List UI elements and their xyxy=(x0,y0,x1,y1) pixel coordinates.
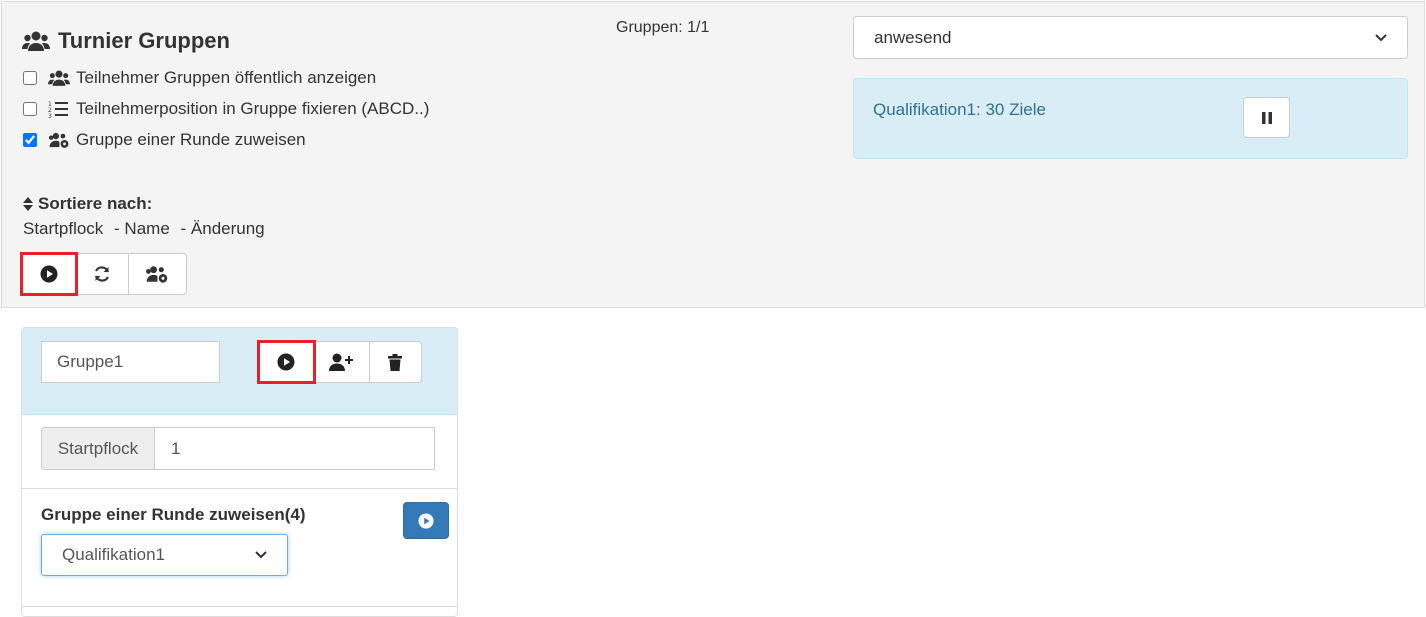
divider xyxy=(22,488,457,489)
chevron-down-icon xyxy=(255,551,267,559)
page-title-text: Turnier Gruppen xyxy=(58,28,230,53)
option-label: Teilnehmer Gruppen öffentlich anzeigen xyxy=(76,68,377,87)
play-circle-icon xyxy=(277,353,295,371)
play-circle-icon xyxy=(40,265,58,283)
startpflock-label: Startpflock xyxy=(41,427,155,470)
pause-button[interactable] xyxy=(1243,97,1290,138)
round-select[interactable]: Qualifikation1 xyxy=(41,534,288,576)
fix-position-checkbox[interactable] xyxy=(23,102,37,116)
trash-icon xyxy=(388,353,403,371)
assign-round-title: Gruppe einer Runde zuweisen(4) xyxy=(41,505,306,524)
round-info-panel: Qualifikation1: 30 Ziele xyxy=(853,78,1408,159)
round-info-text: Qualifikation1: 30 Ziele xyxy=(873,100,1046,119)
group-settings-button[interactable] xyxy=(129,254,186,294)
sort-links: Startpflock - Name - Änderung xyxy=(23,219,271,239)
option-label: Teilnehmerposition in Gruppe fixieren (A… xyxy=(76,99,430,118)
add-participant-button[interactable] xyxy=(314,342,370,382)
users-icon xyxy=(22,31,50,51)
option-fix-position[interactable]: 1 2 3 Teilnehmerposition in Gruppe fixie… xyxy=(23,99,429,119)
refresh-icon xyxy=(94,266,110,282)
group-name-input[interactable]: Gruppe1 xyxy=(41,341,220,383)
toolbar-button-group xyxy=(19,252,187,296)
sort-label: Sortiere nach: xyxy=(22,194,152,214)
group-card: Gruppe1 Startpflock 1 Gruppe einer Runde… xyxy=(21,327,458,617)
pause-icon xyxy=(1261,111,1272,124)
startpflock-input[interactable]: 1 xyxy=(155,427,435,470)
sort-icon xyxy=(23,197,33,211)
page-title: Turnier Gruppen xyxy=(22,28,230,54)
user-plus-icon xyxy=(329,353,354,371)
group-button-group xyxy=(256,340,422,384)
group-start-button[interactable] xyxy=(256,340,317,384)
chevron-down-icon xyxy=(1375,33,1387,41)
startpflock-row: Startpflock 1 xyxy=(41,427,435,470)
status-select-value: anwesend xyxy=(874,27,952,47)
users-icon xyxy=(48,70,70,86)
delete-group-button[interactable] xyxy=(370,342,421,382)
option-label: Gruppe einer Runde zuweisen xyxy=(76,130,306,149)
sort-link-name[interactable]: - Name xyxy=(114,219,170,238)
option-show-groups[interactable]: Teilnehmer Gruppen öffentlich anzeigen xyxy=(23,68,376,88)
sort-label-text: Sortiere nach: xyxy=(38,194,153,213)
group-card-header: Gruppe1 xyxy=(22,328,457,415)
sort-link-startpflock[interactable]: Startpflock xyxy=(23,219,103,238)
show-groups-checkbox[interactable] xyxy=(23,71,37,85)
ordered-list-icon: 1 2 3 xyxy=(48,101,68,118)
round-select-value: Qualifikation1 xyxy=(62,545,166,564)
sort-link-aenderung[interactable]: - Änderung xyxy=(181,219,265,238)
status-select[interactable]: anwesend xyxy=(853,16,1408,59)
refresh-button[interactable] xyxy=(76,254,129,294)
option-assign-round[interactable]: Gruppe einer Runde zuweisen xyxy=(23,130,306,150)
groups-count: Gruppen: 1/1 xyxy=(616,19,710,36)
assign-round-button[interactable] xyxy=(403,502,449,539)
start-all-button[interactable] xyxy=(19,252,79,296)
play-circle-icon xyxy=(418,512,434,529)
users-cog-icon xyxy=(146,266,168,283)
users-cog-icon xyxy=(48,132,69,148)
assign-round-checkbox[interactable] xyxy=(23,133,37,147)
divider xyxy=(22,606,457,607)
top-panel: Turnier Gruppen Gruppen: 1/1 Teilnehmer … xyxy=(1,1,1425,308)
svg-text:3: 3 xyxy=(48,113,52,118)
